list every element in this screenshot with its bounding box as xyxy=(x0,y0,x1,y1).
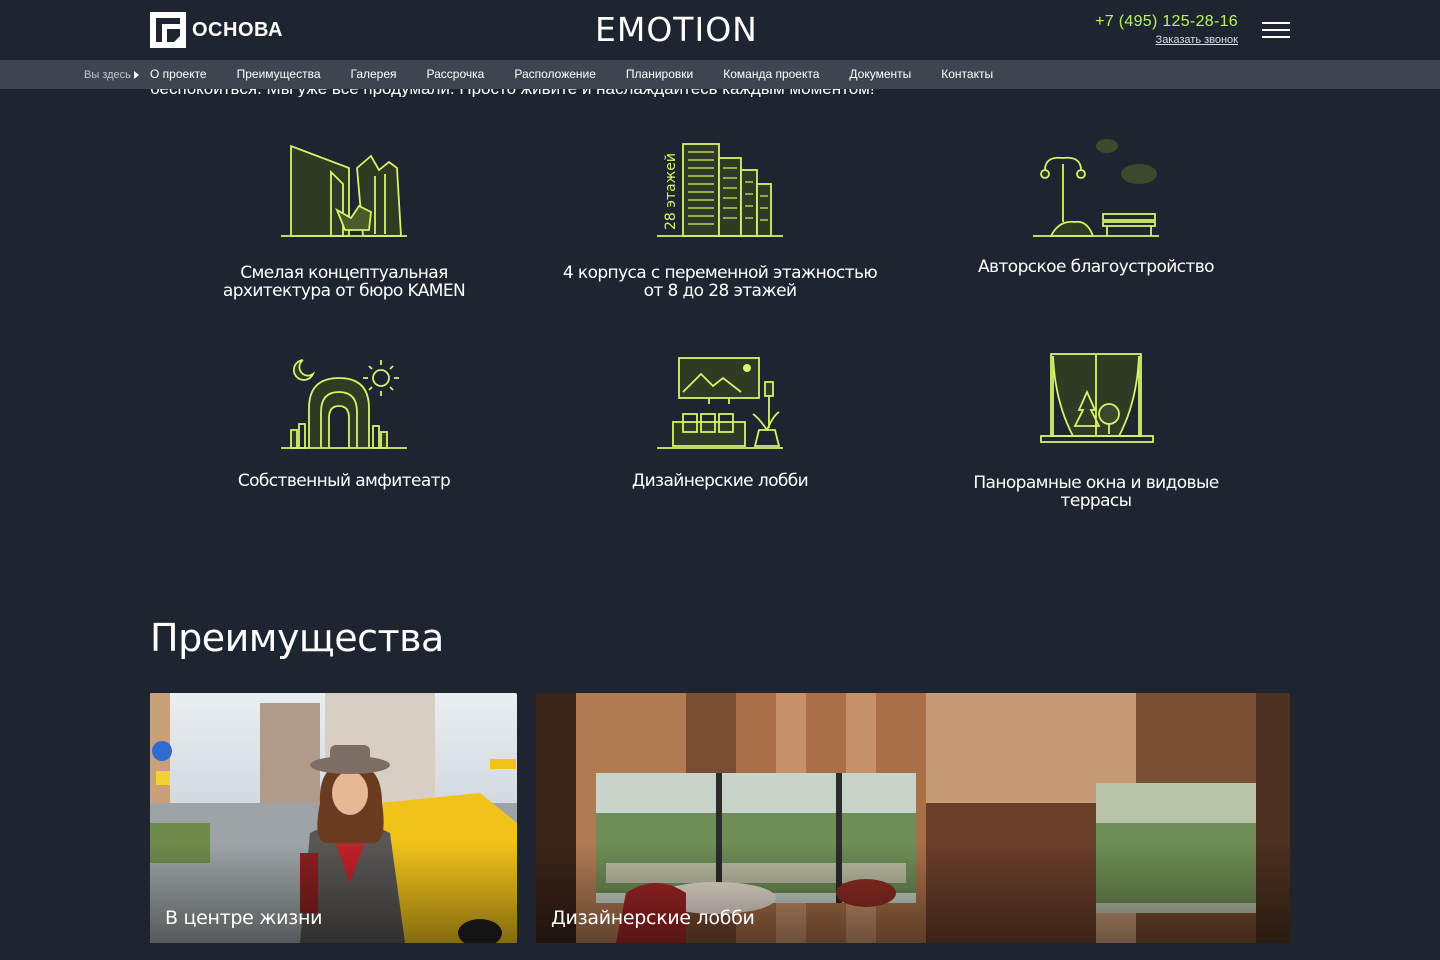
towers-icon: 28 этажей xyxy=(657,143,783,237)
feature-amphitheater: Собственный амфитеатр xyxy=(194,352,494,490)
lobby-icon xyxy=(657,357,783,449)
amphitheater-icon xyxy=(281,359,407,449)
section-title-advantages: Преимущества xyxy=(150,616,444,660)
feature-landscape: Авторское благоустройство xyxy=(946,134,1246,276)
nav-link-installment[interactable]: Рассрочка xyxy=(427,67,485,81)
card-photo-woman-taxi xyxy=(150,693,517,943)
feature-caption-line2: архитектура от бюро KAMEN xyxy=(222,281,466,301)
nav-link-team[interactable]: Команда проекта xyxy=(723,67,819,81)
feature-caption-line1: 4 корпуса с переменной этажностью xyxy=(562,263,878,283)
osnova-logo[interactable]: ОСНОВА xyxy=(150,12,283,48)
breadcrumb-here: Вы здесь xyxy=(84,69,139,81)
feature-caption-line1: Панорамные окна и видовые террасы xyxy=(973,473,1219,511)
feature-caption-line1: Собственный амфитеатр xyxy=(237,471,451,491)
callback-link[interactable]: Заказать звонок xyxy=(1095,34,1238,46)
osnova-logo-icon xyxy=(150,12,186,48)
nav-link-gallery[interactable]: Галерея xyxy=(351,67,397,81)
nav-link-layouts[interactable]: Планировки xyxy=(626,67,693,81)
feature-caption-line1: Дизайнерские лобби xyxy=(631,471,809,491)
section-nav: Вы здесь О проекте Преимущества Галерея … xyxy=(0,60,1440,89)
feature-architecture: Смелая концептуальная архитектура от бюр… xyxy=(194,140,494,300)
advantage-card-center[interactable]: В центре жизни xyxy=(150,693,517,943)
landscape-icon xyxy=(1033,139,1159,237)
nav-link-advantages[interactable]: Преимущества xyxy=(237,67,321,81)
nav-link-documents[interactable]: Документы xyxy=(849,67,911,81)
feature-caption-line1: Смелая концептуальная xyxy=(240,263,448,283)
phone-number[interactable]: +7 (495) 125-28-16 xyxy=(1095,13,1238,31)
nav-link-about[interactable]: О проекте xyxy=(150,67,207,81)
logo-text: ОСНОВА xyxy=(192,18,283,41)
emotion-brand-logo[interactable]: EMOTION xyxy=(595,10,757,50)
towers-icon-label: 28 этажей xyxy=(663,153,679,230)
site-header: ОСНОВА EMOTION +7 (495) 125-28-16 Заказа… xyxy=(0,0,1440,60)
architecture-icon xyxy=(281,144,407,237)
contact-block: +7 (495) 125-28-16 Заказать звонок xyxy=(1095,13,1238,46)
feature-towers: 28 этажей 4 корпуса с переменной этажнос… xyxy=(540,140,900,300)
feature-windows: Панорамные окна и видовые террасы xyxy=(946,352,1246,510)
feature-caption-line1: Авторское благоустройство xyxy=(978,257,1215,277)
menu-burger-icon[interactable] xyxy=(1262,20,1290,40)
card-label: Дизайнерские лобби xyxy=(551,907,755,929)
card-photo-lobby xyxy=(536,693,1290,943)
arrow-right-icon xyxy=(133,71,139,79)
advantage-card-lobby[interactable]: Дизайнерские лобби xyxy=(536,693,1290,943)
window-icon xyxy=(1040,353,1154,443)
card-label: В центре жизни xyxy=(165,907,323,929)
nav-link-location[interactable]: Расположение xyxy=(514,67,596,81)
feature-caption-line2: от 8 до 28 этажей xyxy=(643,281,797,301)
feature-lobby: Дизайнерские лобби xyxy=(570,352,870,490)
nav-link-contacts[interactable]: Контакты xyxy=(941,67,993,81)
